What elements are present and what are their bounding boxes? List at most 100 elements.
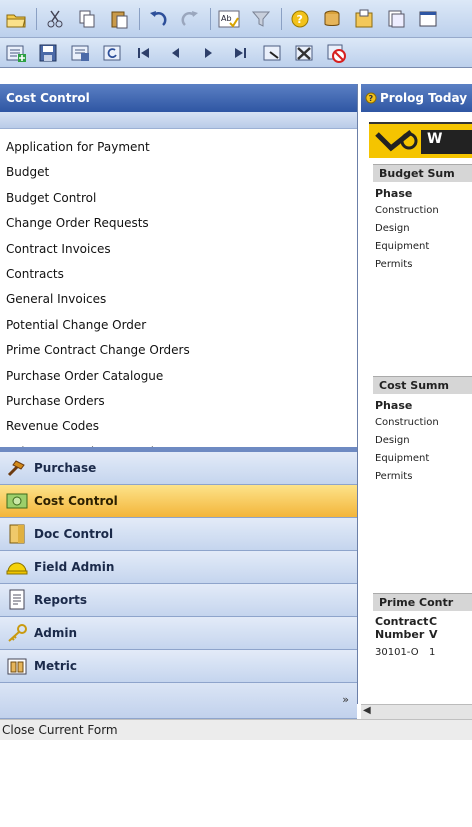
cut-icon[interactable] (43, 7, 67, 31)
close-form-icon[interactable] (324, 41, 348, 65)
nav-label: Cost Control (34, 494, 118, 508)
open-folder-icon[interactable] (4, 7, 28, 31)
prolog-today-header: ? Prolog Today (361, 84, 472, 112)
nav-label: Metric (34, 659, 77, 673)
svg-text:?: ? (297, 13, 303, 26)
cost-row: Equipment (375, 453, 430, 464)
last-record-icon[interactable] (228, 41, 252, 65)
undo-icon[interactable] (146, 7, 170, 31)
menu-item[interactable]: Budget Control (0, 186, 357, 211)
window-icon[interactable] (416, 7, 440, 31)
pane-subheader (0, 112, 357, 129)
menu-item[interactable]: Application for Payment (0, 135, 357, 160)
delete-record-icon[interactable] (292, 41, 316, 65)
menu-item[interactable]: Potential Change Order (0, 313, 357, 338)
toolbar-separator (139, 7, 140, 30)
prolog-today-title: Prolog Today (380, 91, 468, 105)
next-record-icon[interactable] (196, 41, 220, 65)
toolbar-separator (36, 7, 37, 30)
main-toolbar: Ab ? (0, 0, 472, 38)
nav-label: Field Admin (34, 560, 115, 574)
contract-number-column: Contract (375, 615, 429, 628)
hardhat-icon (6, 556, 28, 578)
nav-cost-control-button[interactable]: Cost Control (0, 485, 357, 518)
menu-item[interactable]: General Invoices (0, 287, 357, 312)
configure-buttons-chevron-icon[interactable]: » (342, 693, 349, 706)
company-logo: W (369, 122, 472, 158)
nav-label: Doc Control (34, 527, 114, 541)
help-icon[interactable]: ? (288, 7, 312, 31)
menu-item[interactable]: Purchase Order Catalogue (0, 364, 357, 389)
budget-phase-column: Phase (375, 187, 413, 200)
toolbar-separator (210, 7, 211, 30)
status-text: Close Current Form (0, 719, 472, 740)
module-navigation: Purchase Cost Control Doc Control Field … (0, 452, 357, 719)
logo-text: W (427, 131, 443, 147)
contract-row-number: 30101-O (375, 647, 419, 658)
horizontal-scrollbar[interactable]: ◀ (361, 704, 472, 720)
nav-purchase-button[interactable]: Purchase (0, 452, 357, 485)
budget-row: Equipment (375, 241, 430, 252)
svg-text:Ab: Ab (221, 14, 232, 23)
cost-summary-header: Cost Summ (373, 376, 472, 394)
money-icon (6, 490, 28, 512)
toolbar-separator (281, 7, 282, 30)
folder-icon (6, 523, 28, 545)
prime-contract-header: Prime Contr (373, 593, 472, 611)
nav-field-admin-button[interactable]: Field Admin (0, 551, 357, 584)
hammer-icon (6, 457, 28, 479)
menu-item[interactable]: Contract Invoices (0, 237, 357, 262)
attach-icon[interactable] (352, 7, 376, 31)
copy-icon[interactable] (75, 7, 99, 31)
budget-row: Construction (375, 205, 439, 216)
menu-item[interactable]: Budget (0, 160, 357, 185)
database-icon[interactable] (320, 7, 344, 31)
scroll-left-icon[interactable]: ◀ (363, 705, 371, 716)
cost-phase-column: Phase (375, 399, 413, 412)
save-icon[interactable] (36, 41, 60, 65)
budget-summary-header: Budget Sum (373, 164, 472, 182)
previous-record-icon[interactable] (164, 41, 188, 65)
status-area: Close Current Form (0, 719, 472, 827)
cost-row: Construction (375, 417, 439, 428)
add-record-icon[interactable] (4, 41, 28, 65)
menu-item[interactable]: Purchase Orders (0, 389, 357, 414)
menu-item[interactable]: Contracts (0, 262, 357, 287)
help-icon: ? (365, 92, 377, 104)
budget-row: Permits (375, 259, 413, 270)
nav-admin-button[interactable]: Admin (0, 617, 357, 650)
cost-row: Design (375, 435, 410, 446)
contract-row-value: 1 (429, 647, 436, 658)
menu-item[interactable]: Revenue Codes (0, 414, 357, 439)
save-as-icon[interactable] (68, 41, 92, 65)
budget-row: Design (375, 223, 410, 234)
contract-value-column-2: V (429, 628, 438, 641)
refresh-icon[interactable] (100, 41, 124, 65)
spellcheck-icon[interactable]: Ab (217, 7, 241, 31)
key-icon (6, 622, 28, 644)
document-icon[interactable] (384, 7, 408, 31)
cost-row: Permits (375, 471, 413, 482)
nav-overflow-bar: » (0, 683, 357, 719)
nav-metric-button[interactable]: Metric (0, 650, 357, 683)
svg-text:?: ? (369, 94, 374, 103)
record-toolbar (0, 38, 472, 68)
nav-doc-control-button[interactable]: Doc Control (0, 518, 357, 551)
metric-icon (6, 655, 28, 677)
contract-number-column-2: Number (375, 628, 425, 641)
pane-title: Cost Control (0, 84, 357, 112)
nav-reports-button[interactable]: Reports (0, 584, 357, 617)
redo-icon[interactable] (178, 7, 202, 31)
paste-icon[interactable] (107, 7, 131, 31)
report-icon (6, 589, 28, 611)
first-record-icon[interactable] (132, 41, 156, 65)
nav-label: Admin (34, 626, 78, 640)
menu-item[interactable]: Change Order Requests (0, 211, 357, 236)
prolog-today-pane: ? Prolog Today W Budget Sum Phase Constr… (361, 84, 472, 704)
cost-control-menu: Application for Payment Budget Budget Cont… (0, 129, 357, 465)
nav-label: Reports (34, 593, 88, 607)
menu-item[interactable]: Prime Contract Change Orders (0, 338, 357, 363)
find-icon[interactable] (260, 41, 284, 65)
nav-label: Purchase (34, 461, 97, 475)
filter-icon[interactable] (249, 7, 273, 31)
